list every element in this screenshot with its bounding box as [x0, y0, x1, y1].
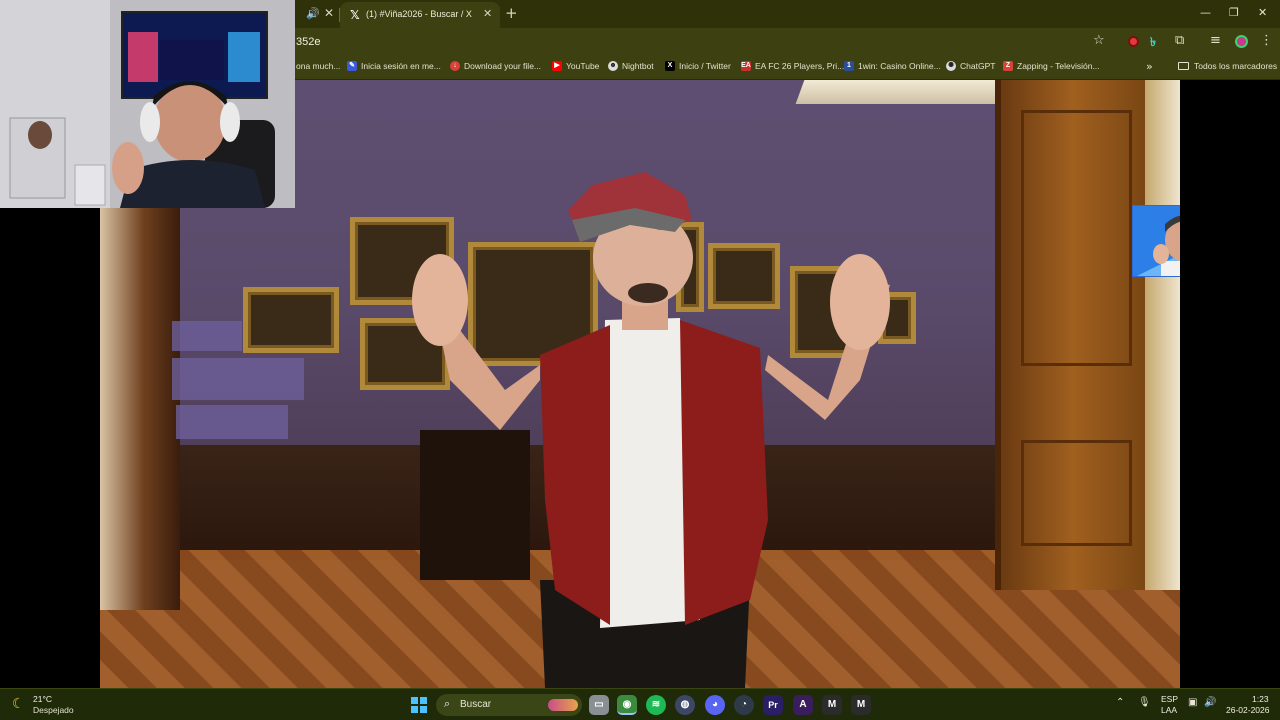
zapping-icon: Z [1003, 61, 1013, 71]
weather-desc[interactable]: Despejado [33, 705, 74, 715]
bookmark-item[interactable]: 1 1win: Casino Online... [844, 61, 941, 71]
pip-reaction-cam [1132, 205, 1180, 277]
bookmark-item[interactable]: ✺ ChatGPT [946, 61, 995, 71]
address-bar[interactable]: 352e [296, 36, 320, 48]
casino-icon: 1 [844, 61, 854, 71]
bookmark-label: Inicio / Twitter [679, 61, 731, 71]
chrome-icon[interactable]: ◉ [617, 695, 637, 715]
bookmark-item[interactable]: EA EA FC 26 Players, Pri... [741, 61, 844, 71]
search-placeholder: Buscar [460, 699, 492, 710]
all-bookmarks-folder[interactable]: Todos los marcadores [1178, 61, 1277, 71]
extensions-puzzle-icon[interactable]: ⧉ [1175, 33, 1184, 48]
bookmark-item[interactable]: ▶ YouTube [552, 61, 599, 71]
microphone-icon[interactable]: 🎙 [1138, 697, 1151, 708]
minimize-button[interactable]: — [1200, 6, 1211, 19]
spotify-icon[interactable]: ≋ [646, 695, 666, 715]
close-tab-icon[interactable]: ✕ [324, 6, 334, 20]
affinity-icon[interactable]: A [793, 695, 813, 715]
chatgpt-icon: ✺ [946, 61, 956, 71]
keyboard-layout[interactable]: LAA [1161, 705, 1177, 715]
input-language[interactable]: ESP [1161, 694, 1178, 704]
bookmark-label: Nightbot [622, 61, 654, 71]
bookmark-item[interactable]: X Inicio / Twitter [665, 61, 731, 71]
bookmark-item[interactable]: ↓ Download your file... [450, 61, 541, 71]
file-explorer-icon[interactable]: ▭ [589, 695, 609, 715]
login-icon: ✎ [347, 61, 357, 71]
youtube-icon: ▶ [552, 61, 562, 71]
windows-taskbar: ☾ 21°C Despejado ⌕ Buscar ▭ ◉ ≋ ◍ ◕ ◔ Pr… [0, 688, 1280, 720]
speaker-icon[interactable]: 🔊 [306, 7, 320, 20]
menu-kebab-icon[interactable]: ⋮ [1260, 33, 1273, 48]
search-icon: ⌕ [444, 697, 451, 710]
clock-date[interactable]: 26-02-2026 [1226, 705, 1269, 715]
weather-temp[interactable]: 21°C [33, 694, 52, 704]
close-window-button[interactable]: ✕ [1258, 6, 1267, 19]
bookmark-label: ona much... [296, 61, 341, 71]
tab-title: (1) #Viña2026 - Buscar / X [366, 9, 472, 19]
obs-icon[interactable]: ◍ [675, 695, 695, 715]
taskbar-search[interactable]: ⌕ Buscar [436, 694, 582, 716]
chevron-up-icon[interactable]: ⌃ [1116, 697, 1124, 708]
restore-button[interactable]: ❐ [1229, 6, 1239, 19]
media-app-2-icon[interactable]: M [851, 695, 871, 715]
discord-icon[interactable]: ◕ [705, 695, 725, 715]
bookmark-label: ChatGPT [960, 61, 996, 71]
pip-person [1133, 206, 1180, 276]
x-logo-icon: 𝕏 [350, 8, 360, 22]
volume-icon[interactable]: 🔊 [1204, 697, 1216, 708]
bookmark-item[interactable]: Z Zapping - Televisión... [1003, 61, 1100, 71]
streaming-app-icon[interactable]: ◔ [734, 695, 754, 715]
nightbot-icon: ☻ [608, 61, 618, 71]
more-bookmarks-chevron-icon[interactable]: » [1146, 60, 1153, 73]
x-logo-icon: X [665, 61, 675, 71]
close-tab-icon[interactable]: ✕ [483, 7, 492, 20]
premiere-icon[interactable]: Pr [763, 695, 783, 715]
media-queue-icon[interactable]: ≡ [1210, 33, 1221, 48]
bookmark-label: Inicia sesión en me... [361, 61, 441, 71]
start-button[interactable] [411, 697, 427, 713]
translate-extension-icon[interactable]: ৳ [1150, 34, 1156, 54]
windows-logo-icon [411, 697, 418, 704]
extension-red-icon[interactable] [1128, 36, 1139, 47]
bookmark-star-icon[interactable]: ☆ [1093, 33, 1105, 48]
bookmarks-folder-label: Todos los marcadores [1194, 61, 1278, 71]
bookmark-item[interactable]: ona much... [296, 61, 340, 71]
streamer-webcam [0, 0, 295, 208]
download-icon: ↓ [450, 61, 460, 71]
folder-icon [1178, 62, 1189, 70]
ea-fc-icon: EA [741, 61, 751, 71]
bookmark-label: EA FC 26 Players, Pri... [755, 61, 845, 71]
tab-active[interactable]: 𝕏 (1) #Viña2026 - Buscar / X ✕ [340, 2, 500, 28]
bookmark-label: YouTube [566, 61, 600, 71]
bookmark-item[interactable]: ✎ Inicia sesión en me... [347, 61, 441, 71]
search-highlight-badge [548, 699, 578, 711]
profile-avatar[interactable] [1235, 35, 1248, 48]
bookmark-item[interactable]: ☻ Nightbot [608, 61, 654, 71]
media-app-icon[interactable]: M [822, 695, 842, 715]
webcam-scene [0, 0, 295, 208]
moon-icon[interactable]: ☾ [12, 696, 25, 712]
network-icon[interactable]: ▣ [1188, 697, 1197, 708]
bookmark-label: Zapping - Televisión... [1017, 61, 1100, 71]
new-tab-button[interactable]: + [505, 4, 518, 22]
bookmark-label: Download your file... [464, 61, 542, 71]
bookmark-label: 1win: Casino Online... [858, 61, 941, 71]
clock-time[interactable]: 1:23 [1252, 694, 1269, 704]
